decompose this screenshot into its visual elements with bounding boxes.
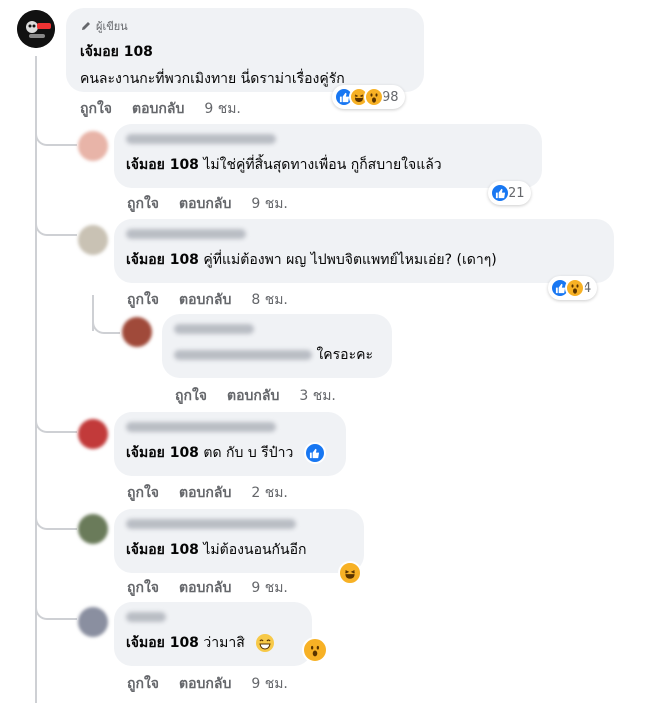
like-button[interactable]: ถูกใจ xyxy=(127,193,159,215)
comment-text: ว่ามาสิ xyxy=(203,635,245,651)
comment-bubble: เจ้มอย 108 ตด กับ บ รีป๋าว xyxy=(114,412,346,476)
author-badge: ผู้เขียน xyxy=(80,17,410,35)
timestamp[interactable]: 9 ชม. xyxy=(204,98,241,120)
like-button[interactable]: ถูกใจ xyxy=(127,577,159,599)
blurred-author-name xyxy=(126,612,166,622)
reply-button[interactable]: ตอบกลับ xyxy=(179,673,231,695)
timestamp[interactable]: 3 ชม. xyxy=(299,385,336,407)
comment-bubble: เจ้มอย 108 คู่ที่แม่ต้องพา ผญ ไปพบจิตแพท… xyxy=(114,219,614,283)
blurred-author-name xyxy=(126,229,246,239)
timestamp[interactable]: 9 ชม. xyxy=(251,193,288,215)
avatar[interactable] xyxy=(78,419,108,449)
thread-elbow xyxy=(35,118,77,146)
comment-text: ไม่ต้องนอนกันอีก xyxy=(203,542,307,558)
timestamp[interactable]: 9 ชม. xyxy=(251,673,288,695)
comment-bubble: เจ้มอย 108 ไม่ใช่คู่ที่สิ้นสุดทางเพื่อน … xyxy=(114,124,542,188)
like-icon xyxy=(490,183,510,203)
thread-elbow xyxy=(35,210,77,236)
blurred-author-name xyxy=(126,134,276,144)
comment-text: ไม่ใช่คู่ที่สิ้นสุดทางเพื่อน กูก็สบายใจแ… xyxy=(203,157,442,173)
avatar[interactable] xyxy=(78,514,108,544)
like-button[interactable]: ถูกใจ xyxy=(127,673,159,695)
haha-icon xyxy=(338,561,362,585)
author-badge-label: ผู้เขียน xyxy=(96,20,128,33)
blurred-mention xyxy=(174,350,312,360)
wow-icon xyxy=(364,87,384,107)
comment-author[interactable]: เจ้มอย 108 xyxy=(126,635,199,651)
comment-author[interactable]: เจ้มอย 108 xyxy=(126,252,199,268)
thread-elbow xyxy=(35,500,77,530)
wow-icon xyxy=(302,637,328,663)
pencil-icon xyxy=(82,22,90,30)
reaction-summary[interactable]: 98 xyxy=(332,85,405,109)
comment-text: ตด กับ บ รีป๋าว xyxy=(203,445,294,461)
like-icon xyxy=(303,442,326,464)
blurred-author-name xyxy=(126,422,276,432)
comment-text: ใครอะคะ xyxy=(316,347,373,363)
timestamp[interactable]: 2 ชม. xyxy=(251,482,288,504)
thread-elbow xyxy=(92,310,120,334)
comment-author[interactable]: เจ้มอย 108 xyxy=(126,542,199,558)
comment-bubble: เจ้มอย 108 ไม่ต้องนอนกันอีก xyxy=(114,509,364,573)
like-button[interactable]: ถูกใจ xyxy=(127,289,159,311)
reaction-count: 98 xyxy=(382,89,399,105)
comment-actions: ถูกใจ ตอบกลับ 9 ชม. xyxy=(127,673,288,695)
comment-actions: ถูกใจ ตอบกลับ 3 ชม. xyxy=(175,385,336,407)
reply-button[interactable]: ตอบกลับ xyxy=(179,193,231,215)
reaction-summary[interactable] xyxy=(338,561,362,585)
timestamp[interactable]: 8 ชม. xyxy=(251,289,288,311)
comment-line: เจ้มอย 108 ไม่ใช่คู่ที่สิ้นสุดทางเพื่อน … xyxy=(126,154,530,176)
reaction-summary[interactable] xyxy=(303,442,326,464)
thread-elbow xyxy=(35,405,77,433)
comment-actions: ถูกใจ ตอบกลับ 9 ชม. xyxy=(127,577,288,599)
comment-line: เจ้มอย 108 ว่ามาสิ xyxy=(126,632,300,654)
wow-icon xyxy=(565,278,585,298)
reaction-summary[interactable] xyxy=(302,637,328,663)
comment-text: คู่ที่แม่ต้องพา ผญ ไปพบจิตแพทย์ไหมเอ่ย? … xyxy=(203,252,497,268)
reply-button[interactable]: ตอบกลับ xyxy=(227,385,279,407)
comment-actions: ถูกใจ ตอบกลับ 9 ชม. xyxy=(127,193,288,215)
comment-author[interactable]: เจ้มอย 108 xyxy=(80,41,410,63)
avatar[interactable] xyxy=(122,317,152,347)
reply-button[interactable]: ตอบกลับ xyxy=(179,289,231,311)
comment-bubble: เจ้มอย 108 ว่ามาสิ xyxy=(114,602,312,666)
comment-bubble: ผู้เขียน เจ้มอย 108 คนละงานกะที่พวกเมิงท… xyxy=(66,8,424,92)
reply-button[interactable]: ตอบกลับ xyxy=(179,482,231,504)
thread-elbow xyxy=(35,592,77,620)
avatar[interactable] xyxy=(78,225,108,255)
reply-button[interactable]: ตอบกลับ xyxy=(179,577,231,599)
blurred-author-name xyxy=(126,519,296,529)
grin-emoji-icon xyxy=(255,633,275,653)
comment-line: เจ้มอย 108 คู่ที่แม่ต้องพา ผญ ไปพบจิตแพท… xyxy=(126,249,602,271)
avatar[interactable] xyxy=(78,607,108,637)
timestamp[interactable]: 9 ชม. xyxy=(251,577,288,599)
comment-line: ใครอะคะ xyxy=(174,344,380,366)
reaction-count: 21 xyxy=(508,185,525,201)
comment-author[interactable]: เจ้มอย 108 xyxy=(126,157,199,173)
comment-line: เจ้มอย 108 ตด กับ บ รีป๋าว xyxy=(126,442,334,464)
reaction-summary[interactable]: 21 xyxy=(488,181,531,205)
avatar[interactable] xyxy=(78,131,108,161)
comment-line: เจ้มอย 108 ไม่ต้องนอนกันอีก xyxy=(126,539,352,561)
comment-actions: ถูกใจ ตอบกลับ 9 ชม. xyxy=(80,98,241,120)
comment-author[interactable]: เจ้มอย 108 xyxy=(126,445,199,461)
comment-actions: ถูกใจ ตอบกลับ 2 ชม. xyxy=(127,482,288,504)
blurred-author-name xyxy=(174,324,254,334)
comment-actions: ถูกใจ ตอบกลับ 8 ชม. xyxy=(127,289,288,311)
like-button[interactable]: ถูกใจ xyxy=(80,98,112,120)
comment-bubble: ใครอะคะ xyxy=(162,314,392,378)
like-button[interactable]: ถูกใจ xyxy=(127,482,159,504)
reaction-summary[interactable]: 4 xyxy=(548,276,598,300)
like-button[interactable]: ถูกใจ xyxy=(175,385,207,407)
reply-button[interactable]: ตอบกลับ xyxy=(132,98,184,120)
avatar[interactable] xyxy=(17,10,55,48)
